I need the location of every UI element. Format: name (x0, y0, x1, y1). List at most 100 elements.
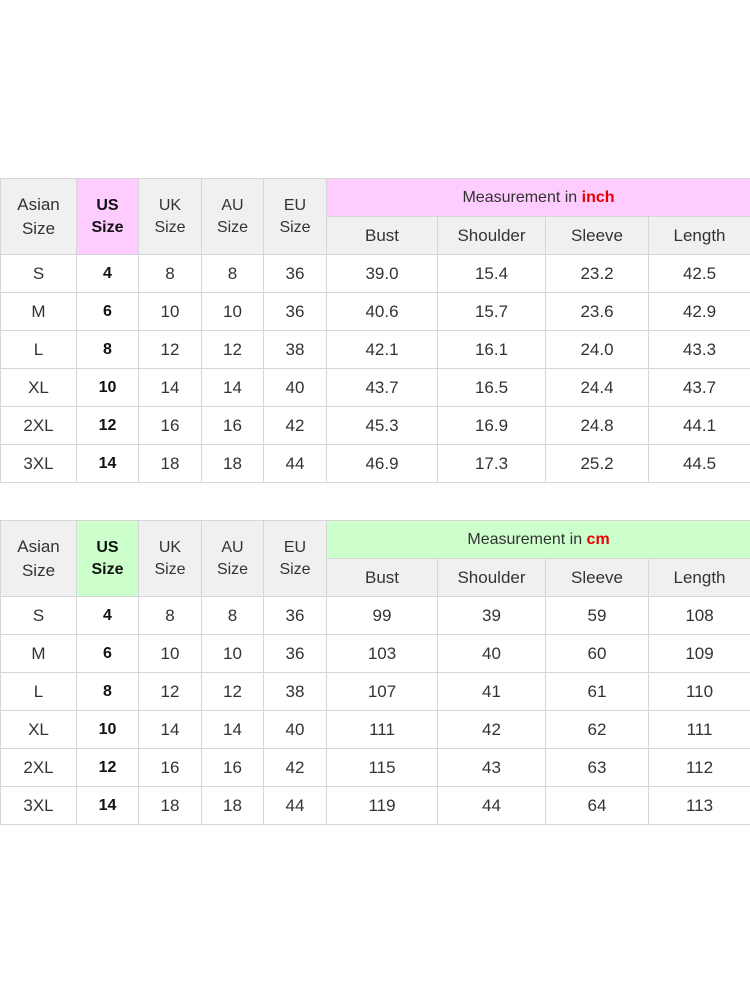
uk-size-cell: 16 (138, 748, 202, 787)
shoulder-cell: 40 (437, 634, 546, 673)
length-cell: 42.9 (648, 292, 750, 331)
au-size-cell: 12 (201, 330, 264, 369)
shoulder-header: Shoulder (437, 216, 546, 255)
length-cell: 113 (647, 786, 750, 825)
us-size-cell: 6 (76, 292, 139, 331)
bust-cell: 111 (326, 710, 438, 749)
asian-size-cell: S (0, 254, 77, 293)
shoulder-cell: 43 (437, 748, 546, 787)
bust-cell: 43.7 (326, 368, 438, 407)
table-row: 2XL 12 16 16 42 45.3 16.9 24.8 44.1 (0, 406, 750, 445)
measurement-unit: cm (586, 530, 610, 548)
bust-cell: 40.6 (326, 292, 438, 331)
eu-size-cell: 36 (263, 596, 327, 635)
shoulder-cell: 17.3 (437, 444, 546, 483)
au-size-header: AU Size (201, 178, 264, 255)
us-size-cell: 12 (76, 748, 139, 787)
uk-size-cell: 16 (138, 406, 202, 445)
shoulder-cell: 44 (437, 786, 546, 825)
size-table-inch: Asian Size US Size UK Size AU Size EU Si… (0, 178, 750, 483)
table-row: L 8 12 12 38 42.1 16.1 24.0 43.3 (0, 330, 750, 369)
asian-size-cell: M (0, 292, 77, 331)
sleeve-cell: 23.2 (545, 254, 649, 293)
us-size-cell: 10 (76, 368, 139, 407)
table-row: M 6 10 10 36 103 40 60 109 (0, 634, 750, 673)
us-size-cell: 4 (76, 596, 139, 635)
shoulder-cell: 16.1 (437, 330, 546, 369)
measurement-unit: inch (581, 188, 615, 206)
asian-size-cell: XL (0, 368, 77, 407)
eu-size-cell: 36 (263, 254, 327, 293)
length-cell: 108 (647, 596, 750, 635)
asian-size-cell: 2XL (0, 406, 77, 445)
au-size-cell: 18 (201, 786, 264, 825)
eu-size-cell: 42 (263, 748, 327, 787)
us-size-cell: 10 (76, 710, 139, 749)
eu-size-cell: 38 (263, 672, 327, 711)
asian-size-cell: M (0, 634, 77, 673)
bust-cell: 46.9 (326, 444, 438, 483)
shoulder-cell: 15.7 (437, 292, 546, 331)
table-row: XL 10 14 14 40 111 42 62 111 (0, 710, 750, 749)
table-row: 2XL 12 16 16 42 115 43 63 112 (0, 748, 750, 787)
uk-size-cell: 8 (138, 254, 202, 293)
shoulder-header: Shoulder (437, 558, 546, 597)
bust-header: Bust (326, 216, 438, 255)
uk-size-cell: 12 (138, 330, 202, 369)
bust-header: Bust (326, 558, 438, 597)
us-size-cell: 12 (76, 406, 139, 445)
au-size-cell: 14 (201, 368, 264, 407)
bust-cell: 45.3 (326, 406, 438, 445)
size-table-cm: Asian Size US Size UK Size AU Size EU Si… (0, 520, 750, 825)
asian-size-cell: 3XL (0, 444, 77, 483)
length-cell: 110 (647, 672, 750, 711)
uk-size-cell: 14 (138, 368, 202, 407)
sleeve-cell: 61 (545, 672, 649, 711)
uk-size-cell: 8 (138, 596, 202, 635)
bust-cell: 42.1 (326, 330, 438, 369)
us-size-cell: 14 (76, 786, 139, 825)
measurement-prefix: Measurement in (467, 530, 587, 548)
au-size-cell: 18 (201, 444, 264, 483)
uk-size-cell: 14 (138, 710, 202, 749)
length-header: Length (648, 216, 750, 255)
asian-size-cell: L (0, 672, 77, 711)
table-row: 3XL 14 18 18 44 46.9 17.3 25.2 44.5 (0, 444, 750, 483)
au-size-cell: 10 (201, 634, 264, 673)
au-size-cell: 16 (201, 406, 264, 445)
length-cell: 109 (647, 634, 750, 673)
length-cell: 42.5 (648, 254, 750, 293)
sleeve-cell: 62 (545, 710, 649, 749)
eu-size-cell: 40 (263, 368, 327, 407)
eu-size-cell: 44 (263, 786, 327, 825)
bust-cell: 103 (326, 634, 438, 673)
table-row: S 4 8 8 36 39.0 15.4 23.2 42.5 (0, 254, 750, 293)
length-header: Length (647, 558, 750, 597)
table-row: S 4 8 8 36 99 39 59 108 (0, 596, 750, 635)
length-cell: 112 (647, 748, 750, 787)
sleeve-cell: 63 (545, 748, 649, 787)
measurement-prefix: Measurement in (462, 188, 582, 206)
sleeve-cell: 23.6 (545, 292, 649, 331)
sleeve-header: Sleeve (545, 216, 649, 255)
sleeve-cell: 24.0 (545, 330, 649, 369)
length-cell: 43.3 (648, 330, 750, 369)
eu-size-header: EU Size (263, 178, 327, 255)
measurement-header: Measurement in cm (325, 520, 750, 559)
sleeve-cell: 24.4 (545, 368, 649, 407)
table-row: M 6 10 10 36 40.6 15.7 23.6 42.9 (0, 292, 750, 331)
asian-size-cell: 2XL (0, 748, 77, 787)
eu-size-cell: 36 (263, 292, 327, 331)
asian-size-header: Asian Size (0, 178, 77, 255)
sleeve-header: Sleeve (545, 558, 649, 597)
sleeve-cell: 25.2 (545, 444, 649, 483)
uk-size-cell: 10 (138, 634, 202, 673)
au-size-cell: 8 (201, 596, 264, 635)
uk-size-header: UK Size (138, 520, 202, 597)
asian-size-header: Asian Size (0, 520, 77, 597)
shoulder-cell: 41 (437, 672, 546, 711)
uk-size-cell: 10 (138, 292, 202, 331)
uk-size-cell: 18 (138, 786, 202, 825)
us-size-cell: 4 (76, 254, 139, 293)
shoulder-cell: 15.4 (437, 254, 546, 293)
